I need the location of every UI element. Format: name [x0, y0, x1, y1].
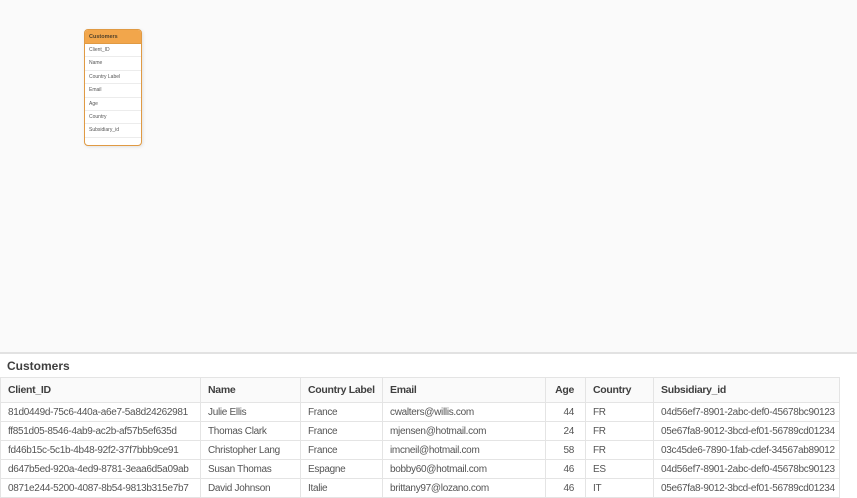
table-cell: Italie [300, 478, 383, 498]
column-header: Name [200, 377, 301, 403]
card-field[interactable]: Country [85, 111, 141, 125]
preview-header-row: Client_ID Name Country Label Email Age Countr… [0, 377, 840, 403]
model-canvas[interactable]: Customers Client_ID Name Country Label Emai… [0, 0, 857, 352]
column-header: Age [545, 377, 586, 403]
card-field[interactable]: Client_ID [85, 44, 141, 58]
table-cell: ff851d05-8546-4ab9-ac2b-af57b5ef635d [0, 421, 201, 441]
table-cell: France [300, 421, 383, 441]
table-cell: 81d0449d-75c6-440a-a6e7-5a8d24262981 [0, 402, 201, 422]
preview-table: Client_ID Name Country Label Email Age Countr… [0, 377, 840, 498]
column-header: Email [382, 377, 546, 403]
table-cell: Thomas Clark [200, 421, 301, 441]
table-cell: 0871e244-5200-4087-8b54-9813b315e7b7 [0, 478, 201, 498]
table-cell: 05e67fa8-9012-3bcd-ef01-56789cd01234 [653, 421, 840, 441]
preview-panel: Customers Client_ID Name Country Label Emai… [0, 354, 857, 498]
table-row: d647b5ed-920a-4ed9-8781-3eaa6d5a09ab Susa… [0, 459, 840, 479]
card-field[interactable]: Age [85, 98, 141, 111]
table-cell: bobby60@hotmail.com [382, 459, 546, 479]
table-cell: 04d56ef7-8901-2abc-def0-45678bc90123 [653, 459, 840, 479]
card-field[interactable]: Country Label [85, 71, 141, 85]
table-cell: brittany97@lozano.com [382, 478, 546, 498]
table-row: fd46b15c-5c1b-4b48-92f2-37f7bbb9ce91 Chri… [0, 440, 840, 460]
table-cell: FR [585, 421, 654, 441]
table-cell: ES [585, 459, 654, 479]
card-field-list: Client_ID Name Country Label Email Age Countr… [85, 44, 141, 138]
table-cell: IT [585, 478, 654, 498]
table-cell: mjensen@hotmail.com [382, 421, 546, 441]
table-cell: Christopher Lang [200, 440, 301, 460]
table-cell: cwalters@willis.com [382, 402, 546, 422]
table-cell: 46 [545, 459, 586, 479]
card-field[interactable]: Subsidiary_id [85, 124, 141, 138]
table-card-header[interactable]: Customers [85, 30, 141, 44]
table-row: 81d0449d-75c6-440a-a6e7-5a8d24262981 Juli… [0, 402, 840, 422]
preview-title: Customers [7, 359, 70, 373]
table-cell: 44 [545, 402, 586, 422]
table-cell: fd46b15c-5c1b-4b48-92f2-37f7bbb9ce91 [0, 440, 201, 460]
table-cell: FR [585, 402, 654, 422]
table-cell: imcneil@hotmail.com [382, 440, 546, 460]
table-cell: 03c45de6-7890-1fab-cdef-34567ab89012 [653, 440, 840, 460]
column-header: Country Label [300, 377, 383, 403]
table-row: 0871e244-5200-4087-8b54-9813b315e7b7 Davi… [0, 478, 840, 498]
table-cell: France [300, 440, 383, 460]
card-field[interactable]: Name [85, 57, 141, 71]
card-field[interactable]: Email [85, 84, 141, 98]
table-cell: 04d56ef7-8901-2abc-def0-45678bc90123 [653, 402, 840, 422]
table-cell: Julie Ellis [200, 402, 301, 422]
column-header: Client_ID [0, 377, 201, 403]
table-cell: David Johnson [200, 478, 301, 498]
table-cell: 24 [545, 421, 586, 441]
table-cell: 46 [545, 478, 586, 498]
table-card-customers[interactable]: Customers Client_ID Name Country Label Emai… [84, 29, 142, 146]
table-cell: FR [585, 440, 654, 460]
column-header: Country [585, 377, 654, 403]
table-cell: France [300, 402, 383, 422]
table-row: ff851d05-8546-4ab9-ac2b-af57b5ef635d Thom… [0, 421, 840, 441]
preview-table-body: 81d0449d-75c6-440a-a6e7-5a8d24262981 Juli… [0, 402, 840, 498]
table-cell: Susan Thomas [200, 459, 301, 479]
column-header: Subsidiary_id [653, 377, 840, 403]
table-cell: 05e67fa8-9012-3bcd-ef01-56789cd01234 [653, 478, 840, 498]
table-cell: d647b5ed-920a-4ed9-8781-3eaa6d5a09ab [0, 459, 201, 479]
table-cell: Espagne [300, 459, 383, 479]
table-cell: 58 [545, 440, 586, 460]
